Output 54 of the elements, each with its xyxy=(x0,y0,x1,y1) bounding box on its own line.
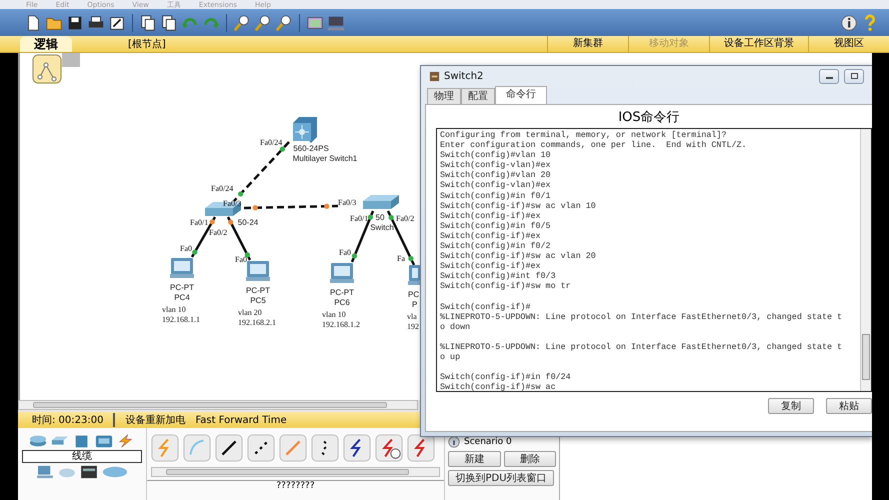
selection-label: ???????? xyxy=(147,480,444,491)
port-label: Fa0 xyxy=(339,248,351,257)
device-label: 192.168.1.1 xyxy=(162,315,200,324)
workspace-action[interactable]: 新集群 xyxy=(547,36,628,52)
port-label: Fa xyxy=(397,254,405,263)
port-label: Fa0 xyxy=(180,244,192,253)
scenario-button[interactable]: 新建 xyxy=(448,451,500,467)
window-title: Switch2 xyxy=(444,70,484,82)
device-label: 560-24PS xyxy=(293,144,329,153)
port-label: Fa0 xyxy=(235,255,247,264)
device-label: Switch xyxy=(370,223,394,232)
device-label: 192.168.2.1 xyxy=(238,318,276,327)
scenario-dropdown[interactable]: Scenario 0 xyxy=(464,437,512,447)
port-label: Fa0/1 xyxy=(350,214,368,223)
category-label: 线缆 xyxy=(22,450,142,463)
terminal-output: Configuring from terminal, memory, or network [terminal]? Enter configuration commands, one per line. End with CNTL/Z. Switch(config)#vlan 10 Switch(config-vlan)#ex Switch(config)#vlan 20 Switch(config-vlan)#ex Switch(config)#in f0/1 Switch(config-if)#sw ac vlan 10 Switch(config-if)#ex Switch(config)#in f0/5 Switch(config-if)#ex Switch(config)#in f0/2 Switch(config-if)#sw ac vlan 20 Switch(config-if)#ex Switch(config)#int f0/3 Switch(config-if)#sw mo tr Switch(config-if)# %LINEPROTO-5-UPDOWN: Line protocol on Interface FastEthernet0/3, changed state t o down %LINEPROTO-5-UPDOWN: Line protocol on Interface FastEthernet0/3, changed state t o up Switch(config-if)#in f0/24 Switch(config-if)#sw ac xyxy=(439,129,844,391)
port-label: Fa0/3 xyxy=(223,199,242,208)
clipboard-button[interactable]: 复制 xyxy=(768,398,814,414)
status-action[interactable]: Fast Forward Time xyxy=(185,414,287,426)
device-label: PC6 xyxy=(334,298,350,307)
device-label: PC-PT xyxy=(170,283,194,292)
device-label: 192.168.1.2 xyxy=(322,320,360,329)
status-action[interactable]: 设备重新加电 xyxy=(115,413,186,427)
cli-heading: IOS命令行 xyxy=(617,109,681,127)
device-label: PC xyxy=(408,290,420,299)
device-label: Multilayer Switch1 xyxy=(292,154,358,163)
workspace-action[interactable]: 设备工作区背景 xyxy=(709,36,808,52)
tab[interactable]: 物理 xyxy=(427,88,461,104)
logical-tab[interactable]: 逻辑 xyxy=(20,36,72,52)
tab[interactable]: 配置 xyxy=(461,88,495,104)
scenario-button[interactable]: 删除 xyxy=(504,451,556,467)
port-label: Fa0/2 xyxy=(209,228,228,237)
port-label: Fa0/2 xyxy=(396,214,414,223)
port-label: Fa0/24 xyxy=(260,138,282,147)
device-label: PC-PT xyxy=(330,288,354,297)
device-label: vlan 10 xyxy=(162,305,186,314)
workspace-action[interactable]: 视图区 xyxy=(808,36,889,52)
device-label: vlan 10 xyxy=(322,310,346,319)
device-label: PC4 xyxy=(174,293,190,302)
device-label: 192 xyxy=(407,322,419,331)
device-label: 50-24 xyxy=(238,218,258,227)
device-label: P xyxy=(412,300,418,309)
device-label: PC5 xyxy=(250,296,266,305)
tab[interactable]: 命令行 xyxy=(495,86,547,104)
device-label: PC-PT xyxy=(246,286,270,295)
device-label: 50 xyxy=(376,213,384,222)
port-label: Fa0/24 xyxy=(211,184,234,193)
port-label: Fa0/1 xyxy=(190,218,208,227)
device-label: vla xyxy=(407,312,417,321)
device-label: vlan 20 xyxy=(238,308,262,317)
port-label: Fa0/3 xyxy=(338,198,356,207)
clipboard-button[interactable]: 粘贴 xyxy=(826,398,872,414)
pdu-list-toggle-button[interactable]: 切换到PDU列表窗口 xyxy=(448,470,554,486)
root-path-label[interactable]: [根节点] xyxy=(128,37,166,51)
